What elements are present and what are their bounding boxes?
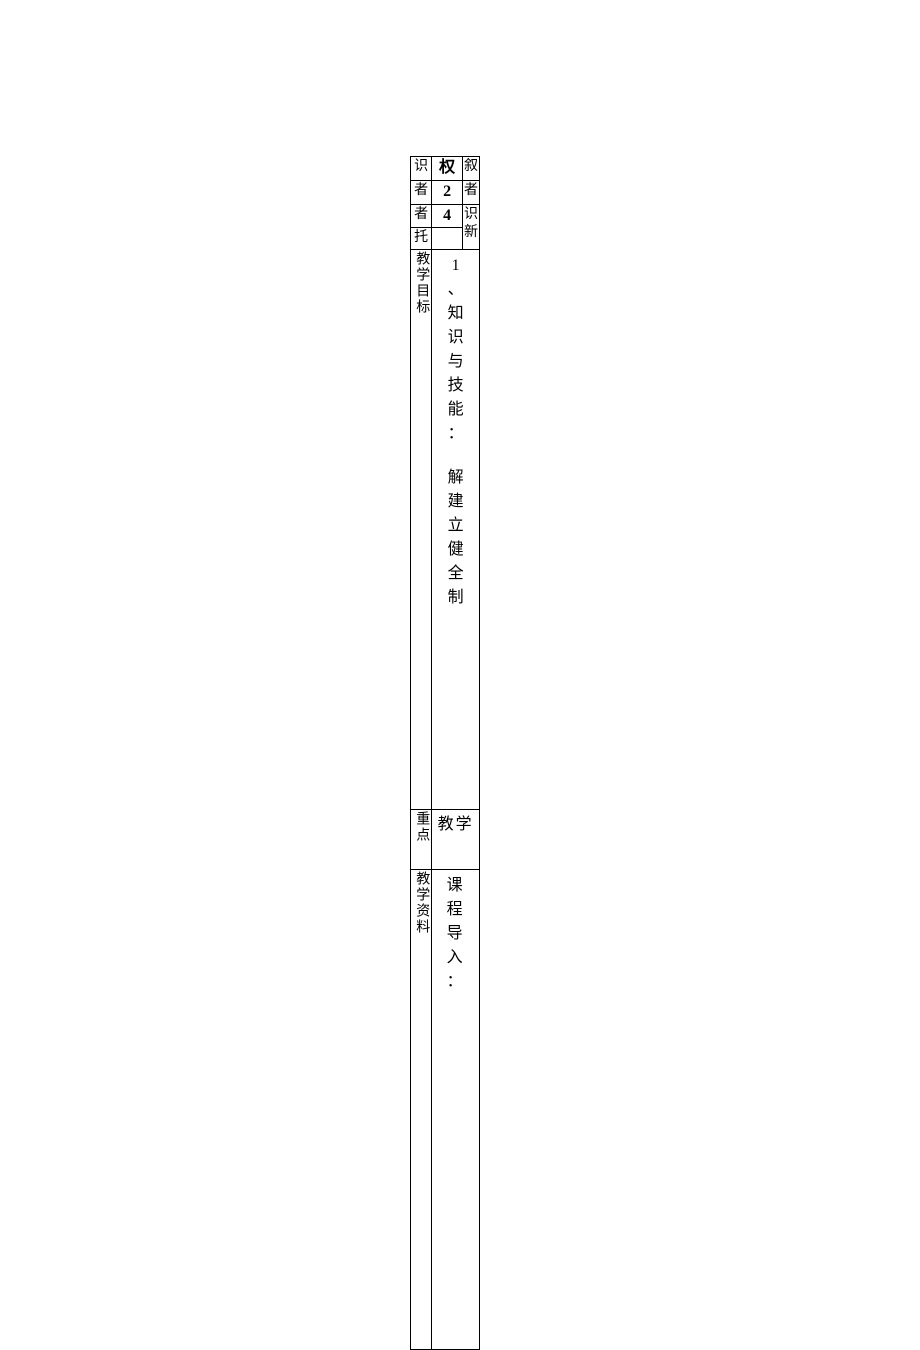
row-2: 者 2 者 [411,180,480,204]
goals-label: 教学目标 [412,251,430,315]
focus-cell: 教学 [432,809,480,869]
left-cell-goals: 教学目标 [411,249,432,809]
title-text: 权 [439,159,455,176]
goal-line-2: 、 [433,278,478,302]
goal-line-8: ： [433,422,478,446]
method-char-2: 程 [447,901,465,918]
method-char-5: ： [447,973,465,990]
right-cell-2: 者 [463,180,480,204]
left-label-4: 托 [414,230,428,245]
left-label-1: 识 [414,159,428,174]
main-table: 识 权 叙 者 2 者 者 4 识 新 托 教学目标 1 、 [410,156,480,1350]
left-cell-1: 识 [411,157,432,181]
mid-cell-4 [432,228,463,249]
goal-line-7: 能 [433,398,478,422]
method-cell: 课 程 导 入 ： [432,869,480,1349]
goal-line-15: 制 [433,586,478,610]
focus-label: 重点 [412,811,430,843]
left-label-3: 者 [414,207,428,222]
goal-line-3: 知 [433,302,478,326]
mid-cell-2: 2 [432,180,463,204]
left-cell-focus: 重点 [411,809,432,869]
left-cell-4: 托 [411,228,432,249]
left-cell-2: 者 [411,180,432,204]
method-row: 教学资料 课 程 导 入 ： [411,869,480,1349]
focus-row: 重点 教学 [411,809,480,869]
method-text-wrap: 课 程 导 入 ： [433,874,478,994]
method-char-4: 入 [447,949,465,966]
method-char-1: 课 [447,877,465,894]
method-char-3: 导 [447,925,465,942]
method-text-inner: 课 程 导 入 ： [433,874,478,994]
goal-line-12: 立 [433,514,478,538]
goals-row: 教学目标 1 、 知 识 与 技 能 ： 解 建 立 健 全 制 [411,249,480,809]
goal-line-14: 全 [433,562,478,586]
right-cell-3: 识 新 [463,204,480,249]
mid-text-3: 4 [443,207,451,224]
title-row: 识 权 叙 [411,157,480,181]
goal-line-4: 识 [433,326,478,350]
goal-line-1: 1 [433,254,478,278]
right-cell-1: 叙 [463,157,480,181]
left-cell-3: 者 [411,204,432,228]
goals-cell: 1 、 知 识 与 技 能 ： 解 建 立 健 全 制 [432,249,480,809]
goal-spacer [433,446,478,466]
right-label-4: 新 [464,225,478,240]
focus-text: 教学 [438,816,474,833]
right-label-3: 识 [464,207,478,222]
title-cell: 权 [432,157,463,181]
goal-line-13: 健 [433,538,478,562]
left-label-2: 者 [414,183,428,198]
right-label-2: 者 [464,183,478,198]
goal-line-11: 建 [433,490,478,514]
focus-text-wrap: 教学 [433,814,478,836]
right-label-1: 叙 [464,159,478,174]
lesson-plan-table: 识 权 叙 者 2 者 者 4 识 新 托 教学目标 1 、 [410,156,480,1350]
mid-cell-3: 4 [432,204,463,228]
mid-text-2: 2 [443,183,451,200]
goal-line-10: 解 [433,466,478,490]
goal-line-5: 与 [433,350,478,374]
left-cell-method: 教学资料 [411,869,432,1349]
row-3: 者 4 识 新 [411,204,480,228]
method-label: 教学资料 [412,871,430,935]
goal-line-6: 技 [433,374,478,398]
